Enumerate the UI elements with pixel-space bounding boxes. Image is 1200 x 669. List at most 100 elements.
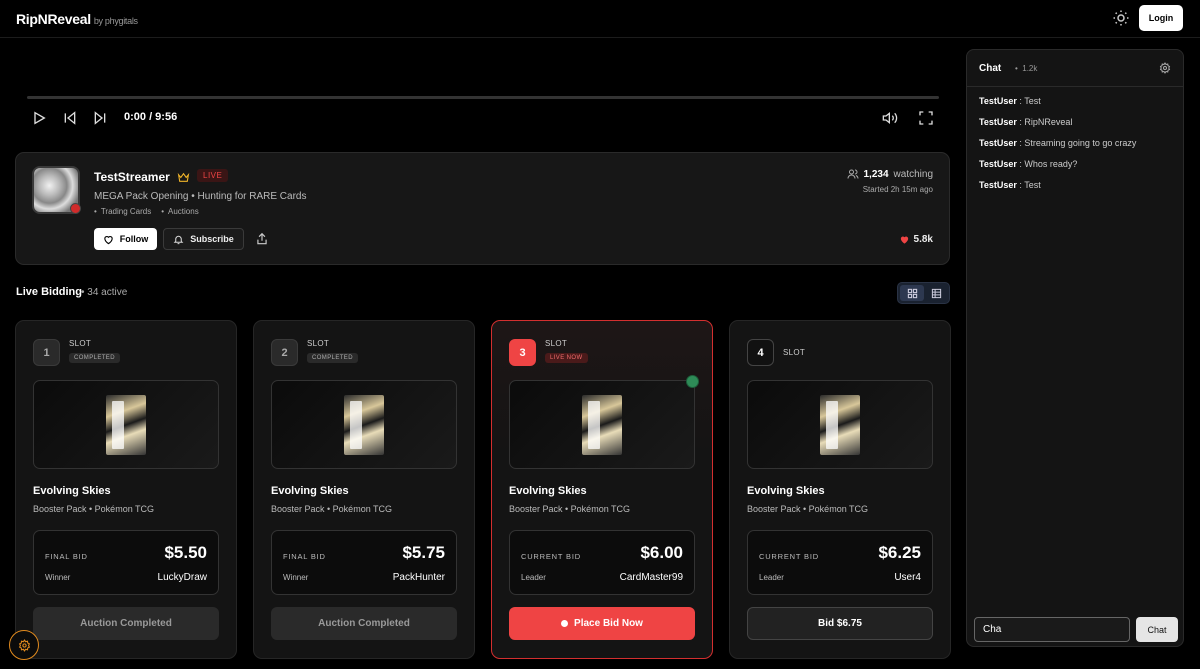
status-badge: COMPLETED <box>307 353 358 363</box>
users-icon <box>847 168 859 180</box>
brand-logo[interactable]: RipNReveal by phygitals <box>16 11 138 27</box>
streamer-name[interactable]: TestStreamer <box>94 170 170 184</box>
auction-card-3[interactable]: 3 SLOT LIVE NOW Evolving Skies Booster P… <box>491 320 713 659</box>
follow-button[interactable]: Follow <box>94 228 157 250</box>
bid-label: FINAL BID <box>283 552 326 561</box>
play-icon[interactable] <box>31 110 47 126</box>
live-bidding-title: Live Bidding <box>16 286 82 298</box>
place-bid-button[interactable]: Place Bid Now <box>509 607 695 640</box>
slot-label: SLOT <box>545 339 568 348</box>
card-title: Evolving Skies <box>271 485 349 497</box>
gear-icon[interactable] <box>1159 62 1171 74</box>
chat-count: • 1.2k <box>1015 64 1038 73</box>
like-button[interactable]: 5.8k <box>899 234 933 245</box>
chat-send-button[interactable]: Chat <box>1136 617 1178 642</box>
booster-pack-graphic <box>344 394 384 455</box>
bid-amount: $5.75 <box>402 543 445 562</box>
grid-view-icon[interactable] <box>900 285 924 301</box>
bid-box: FINAL BID $5.50 Winner LuckyDraw <box>33 530 219 595</box>
bell-icon <box>173 234 184 245</box>
chat-text: Whos ready? <box>1024 159 1078 169</box>
bid-next-button[interactable]: Bid $6.75 <box>747 607 933 640</box>
settings-fab[interactable] <box>9 630 39 660</box>
bid-label: FINAL BID <box>45 552 88 561</box>
bid-amount: $5.50 <box>164 543 207 562</box>
table-view-icon[interactable] <box>924 285 948 301</box>
slot-label: SLOT <box>307 339 330 348</box>
chat-username[interactable]: TestUser <box>979 96 1017 106</box>
subscribe-button[interactable]: Subscribe <box>163 228 244 250</box>
live-now-badge: LIVE NOW <box>545 353 588 363</box>
slot-label: SLOT <box>69 339 92 348</box>
share-icon[interactable] <box>255 232 269 246</box>
slot-number: 4 <box>747 339 774 366</box>
bid-box: FINAL BID $5.75 Winner PackHunter <box>271 530 457 595</box>
stream-tags: Trading Cards Auctions <box>94 207 199 216</box>
viewer-count-value: 1,234 <box>863 168 889 180</box>
card-subtitle: Booster Pack • Pokémon TCG <box>33 504 155 514</box>
bid-amount: $6.25 <box>878 543 921 562</box>
auction-card-4[interactable]: 4 SLOT Evolving Skies Booster Pack • Pok… <box>729 320 951 659</box>
bid-box: CURRENT BID $6.25 Leader User4 <box>747 530 933 595</box>
volume-icon[interactable] <box>882 110 898 126</box>
card-subtitle: Booster Pack • Pokémon TCG <box>509 504 631 514</box>
video-time: 0:00 / 9:56 <box>124 111 178 123</box>
card-subtitle: Booster Pack • Pokémon TCG <box>747 504 869 514</box>
slot-number: 1 <box>33 339 60 366</box>
place-bid-label: Place Bid Now <box>574 618 643 629</box>
auction-completed-button[interactable]: Auction Completed <box>271 607 457 640</box>
leader-name: User4 <box>894 572 921 583</box>
pack-image <box>33 380 219 469</box>
auction-card-2[interactable]: 2 SLOT COMPLETED Evolving Skies Booster … <box>253 320 475 659</box>
chat-input[interactable] <box>974 617 1130 642</box>
chat-username[interactable]: TestUser <box>979 159 1017 169</box>
chat-text: Test <box>1024 180 1041 190</box>
chat-username[interactable]: TestUser <box>979 117 1017 127</box>
crown-icon <box>177 171 190 184</box>
avatar-status-dot <box>70 203 81 214</box>
chat-count-value: 1.2k <box>1022 64 1038 73</box>
login-button[interactable]: Login <box>1139 5 1183 31</box>
booster-pack-graphic <box>106 394 146 455</box>
video-progress-bar[interactable] <box>27 96 939 99</box>
leader-label: Leader <box>759 573 784 582</box>
slot-number: 2 <box>271 339 298 366</box>
card-title: Evolving Skies <box>33 485 111 497</box>
leader-label: Leader <box>521 573 546 582</box>
chat-text: RipNReveal <box>1024 117 1073 127</box>
skip-forward-icon[interactable] <box>92 110 108 126</box>
winner-name: LuckyDraw <box>157 572 207 583</box>
like-count: 5.8k <box>913 234 933 245</box>
bid-box: CURRENT BID $6.00 Leader CardMaster99 <box>509 530 695 595</box>
tag[interactable]: Trading Cards <box>94 207 151 216</box>
booster-pack-graphic <box>820 394 860 455</box>
slot-label: SLOT <box>783 348 806 357</box>
auction-completed-button[interactable]: Auction Completed <box>33 607 219 640</box>
chat-messages: TestUser : Test TestUser : RipNReveal Te… <box>979 96 1175 201</box>
winner-name: PackHunter <box>392 572 445 583</box>
chat-text: Streaming going to go crazy <box>1024 138 1137 148</box>
chat-title: Chat <box>979 63 1002 74</box>
chat-message: TestUser : Test <box>979 96 1041 106</box>
live-indicator-dot <box>686 375 699 388</box>
chat-message: TestUser : RipNReveal <box>979 117 1073 127</box>
card-title: Evolving Skies <box>747 485 825 497</box>
skip-back-icon[interactable] <box>62 110 78 126</box>
bid-amount: $6.00 <box>640 543 683 562</box>
record-dot-icon <box>561 620 569 627</box>
booster-pack-graphic <box>582 394 622 455</box>
gear-icon <box>18 638 31 652</box>
auction-card-1[interactable]: 1 SLOT COMPLETED Evolving Skies Booster … <box>15 320 237 659</box>
streamer-info-card: TestStreamer LIVE MEGA Pack Opening • Hu… <box>15 152 950 265</box>
tag[interactable]: Auctions <box>161 207 199 216</box>
chat-panel: Chat • 1.2k TestUser : Test TestUser : R… <box>966 49 1184 647</box>
fullscreen-icon[interactable] <box>918 110 934 126</box>
chat-username[interactable]: TestUser <box>979 180 1017 190</box>
pack-image <box>747 380 933 469</box>
leader-name: CardMaster99 <box>619 572 683 583</box>
top-bar: RipNReveal by phygitals Login <box>0 0 1200 38</box>
theme-toggle-sun-icon[interactable] <box>1112 9 1130 27</box>
chat-username[interactable]: TestUser <box>979 138 1017 148</box>
brand-sub: by phygitals <box>93 16 138 26</box>
active-count-text: 34 active <box>87 287 128 298</box>
